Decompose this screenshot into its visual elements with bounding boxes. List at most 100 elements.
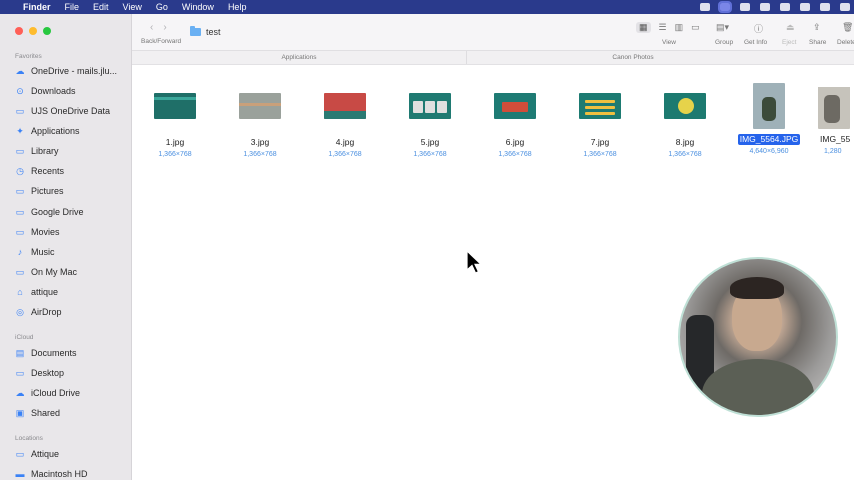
file-name: 8.jpg [675, 137, 695, 147]
icon-view-icon[interactable]: ▦ [636, 22, 651, 33]
file-name: 7.jpg [590, 137, 610, 147]
delete-button[interactable]: 🗑 [842, 22, 853, 33]
sidebar-item-icloud-drive[interactable]: ☁ iCloud Drive [15, 385, 81, 401]
chat-icon[interactable] [740, 3, 750, 11]
sidebar-item-shared[interactable]: ▣ Shared [15, 405, 60, 421]
file-item[interactable]: IMG_55 1,280 [814, 87, 854, 157]
file-thumbnail [239, 93, 281, 119]
file-name: 3.jpg [250, 137, 270, 147]
file-dimensions: 1,366×768 [328, 151, 362, 158]
sidebar-item-airdrop[interactable]: ◎ AirDrop [15, 304, 61, 320]
battery-icon[interactable] [840, 3, 850, 11]
sidebar-item-movies[interactable]: ▭ Movies [15, 224, 60, 240]
thumbnail-band [239, 103, 281, 106]
desktop-icon: ▭ [15, 367, 25, 378]
file-item[interactable]: 4.jpg 1,366×768 [305, 87, 385, 160]
file-item[interactable]: 5.jpg 1,366×768 [390, 87, 470, 160]
sidebar-item-applications[interactable]: ✦ Applications [15, 123, 79, 139]
sidebar-item-recents[interactable]: ◷ Recents [15, 163, 64, 179]
file-dimensions: 1,366×768 [413, 151, 447, 158]
view-switcher: ▦ ☰ ▥ ▭ [636, 22, 700, 33]
download-icon: ⊙ [16, 85, 24, 96]
file-thumbnail [494, 93, 536, 119]
cloud-icon: ☁ [15, 387, 25, 398]
sidebar-item-on-my-mac[interactable]: ▭ On My Mac [15, 264, 77, 280]
sidebar-item-pictures[interactable]: ▭ Pictures [15, 183, 64, 199]
forward-button[interactable]: › [163, 22, 166, 33]
file-thumbnail [664, 93, 706, 119]
view-label: View [662, 39, 676, 46]
sidebar-item-ujs-onedrive[interactable]: ▭ UJS OneDrive Data [15, 103, 110, 119]
eject-label: Eject [782, 39, 797, 46]
file-item[interactable]: 3.jpg 1,366×768 [220, 87, 300, 160]
sidebar-item-library[interactable]: ▭ Library [15, 143, 59, 159]
sidebar: Favorites ☁ OneDrive - mails.jlu... ⊙ Do… [0, 14, 132, 480]
thumbnail-block [413, 101, 423, 113]
file-item[interactable]: 1.jpg 1,366×768 [135, 87, 215, 160]
sidebar-item-google-drive[interactable]: ▭ Google Drive [15, 204, 84, 220]
gallery-view-icon[interactable]: ▭ [691, 22, 700, 33]
status-icon[interactable] [700, 3, 710, 11]
menu-window[interactable]: Window [175, 0, 221, 14]
sidebar-item-onedrive[interactable]: ☁ OneDrive - mails.jlu... [15, 63, 118, 79]
minimize-button[interactable] [29, 27, 37, 35]
file-name: 4.jpg [335, 137, 355, 147]
menu-edit[interactable]: Edit [86, 0, 116, 14]
menu-bar: Finder File Edit View Go Window Help [0, 0, 854, 14]
file-item[interactable]: 6.jpg 1,366×768 [475, 87, 555, 160]
webcam-person-hair [730, 277, 784, 299]
mouse-cursor-icon [466, 250, 482, 274]
info-icon: ⓘ [754, 24, 764, 34]
file-dimensions: 1,366×768 [498, 151, 532, 158]
trash-icon: 🗑 [842, 22, 854, 32]
menu-view[interactable]: View [116, 0, 149, 14]
cloud-icon[interactable] [800, 3, 810, 11]
list-view-icon[interactable]: ☰ [659, 22, 667, 33]
share-button[interactable]: ⇪ [813, 22, 821, 33]
folder-icon: ▭ [15, 145, 25, 156]
file-name: 1.jpg [165, 137, 185, 147]
back-button[interactable]: ‹ [150, 22, 153, 33]
folder-icon: ▭ [15, 226, 25, 237]
menu-file[interactable]: File [58, 0, 87, 14]
clock-icon: ◷ [16, 165, 24, 176]
get-info-button[interactable]: ⓘ [754, 22, 763, 35]
screen-record-icon[interactable] [718, 1, 732, 13]
sidebar-item-desktop[interactable]: ▭ Desktop [15, 365, 64, 381]
column-view-icon[interactable]: ▥ [675, 22, 684, 33]
toolbar: ‹ › Back/Forward test ▦ ☰ ▥ ▭ View ▤▾ Gr… [132, 14, 854, 51]
sidebar-item-documents[interactable]: ▤ Documents [15, 345, 77, 361]
file-item-selected[interactable]: IMG_5564.JPG 4,640×6,960 [729, 83, 809, 157]
thumbnail-block [762, 97, 776, 121]
group-control[interactable]: ▤▾ [716, 22, 729, 33]
file-item[interactable]: 8.jpg 1,366×768 [645, 87, 725, 160]
cloud-icon[interactable] [760, 3, 770, 11]
tab-bar: Applications Canon Photos [132, 51, 854, 65]
menu-finder[interactable]: Finder [16, 0, 58, 14]
file-item[interactable]: 7.jpg 1,366×768 [560, 87, 640, 160]
sidebar-item-music[interactable]: ♪ Music [15, 244, 55, 260]
menu-go[interactable]: Go [149, 0, 175, 14]
tab-canon-photos[interactable]: Canon Photos [466, 51, 800, 64]
thumbnail-block [502, 102, 528, 112]
sidebar-item-attique-home[interactable]: ⌂ attique [15, 284, 58, 300]
thumbnail-block [678, 98, 694, 114]
sidebar-item-attique-computer[interactable]: ▭ Attique [15, 446, 59, 462]
sidebar-item-downloads[interactable]: ⊙ Downloads [15, 83, 75, 99]
zoom-button[interactable] [43, 27, 51, 35]
display-icon[interactable] [820, 3, 830, 11]
window-controls [15, 27, 51, 35]
icloud-header: iCloud [15, 334, 34, 341]
thumbnail-band [324, 111, 366, 119]
folder-icon: ▭ [15, 185, 25, 196]
close-button[interactable] [15, 27, 23, 35]
document-icon: ▤ [15, 347, 25, 358]
eject-button[interactable]: ⏏ [786, 22, 795, 33]
menu-help[interactable]: Help [221, 0, 254, 14]
file-dimensions: 1,280 [824, 148, 842, 155]
cloud-icon[interactable] [780, 3, 790, 11]
file-dimensions: 1,366×768 [158, 151, 192, 158]
favorites-header: Favorites [15, 53, 42, 60]
tab-applications[interactable]: Applications [132, 51, 467, 64]
file-dimensions: 4,640×6,960 [749, 148, 789, 155]
